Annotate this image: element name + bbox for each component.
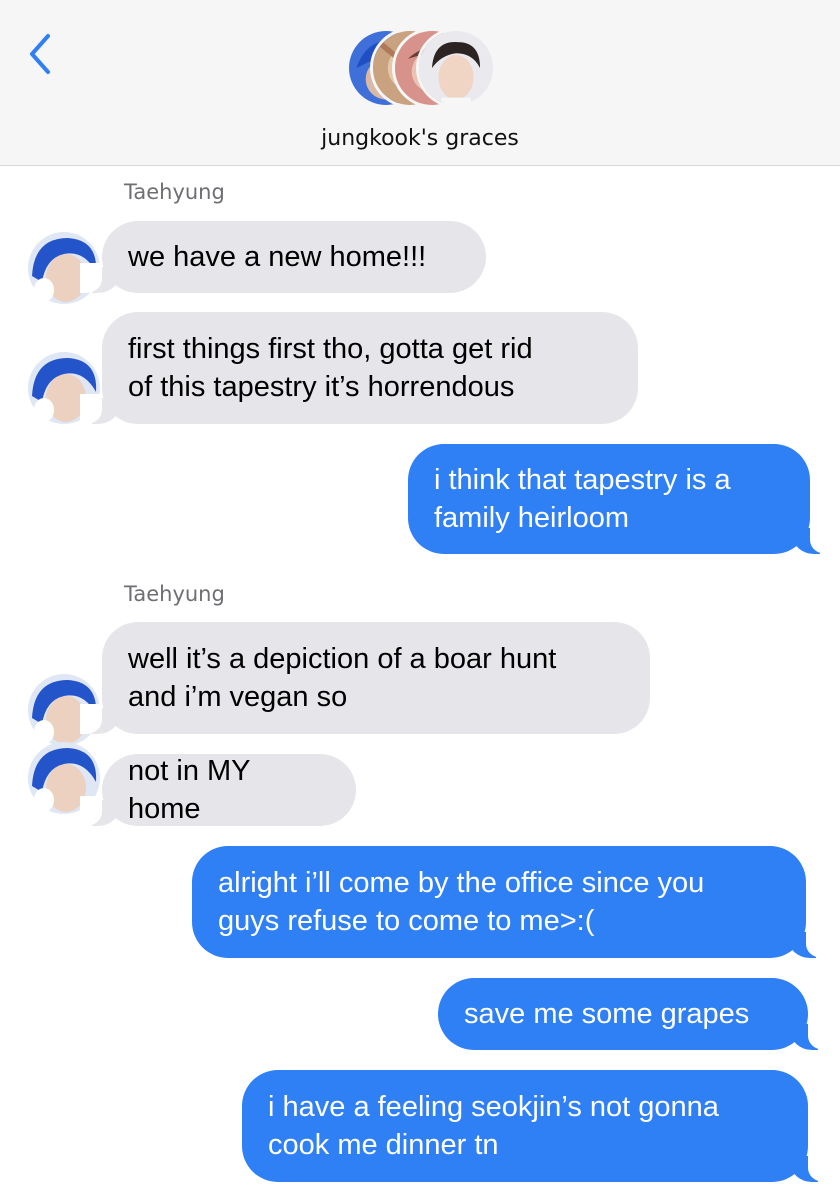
message-text-line: i think that tapestry is a	[434, 464, 731, 496]
conversation-header: jungkook's graces	[0, 0, 840, 166]
outgoing-message[interactable]: alright i’ll come by the office since yo…	[192, 846, 828, 958]
incoming-message[interactable]: well it’s a depiction of a boar hunt and…	[80, 622, 650, 734]
message-text-line: alright i’ll come by the office since yo…	[218, 867, 705, 899]
chevron-left-icon	[30, 34, 50, 74]
message-text-line: guys refuse to come to me>:(	[218, 905, 595, 937]
group-member-avatar	[416, 28, 496, 108]
message-text-line: i have a feeling seokjin’s not gonna	[268, 1091, 719, 1123]
message-text-line: first things first tho, gotta get rid	[128, 333, 533, 365]
message-text-line: cook me dinner tn	[268, 1129, 499, 1161]
sender-name: Taehyung	[124, 582, 225, 606]
message-text-line: and i’m vegan so	[128, 681, 348, 713]
message-text-line: well it’s a depiction of a boar hunt	[128, 643, 557, 675]
message-text: not in MY home	[128, 755, 250, 825]
message-text-line: family heirloom	[434, 502, 629, 534]
message-text: save me some grapes	[464, 998, 750, 1030]
incoming-message[interactable]: not in MY home	[80, 754, 356, 826]
sender-name: Taehyung	[124, 180, 225, 204]
outgoing-message[interactable]: save me some grapes	[438, 978, 830, 1050]
back-button[interactable]	[24, 30, 60, 78]
outgoing-message[interactable]: i have a feeling seokjin’s not gonna coo…	[242, 1070, 830, 1182]
message-text: we have a new home!!!	[128, 241, 427, 273]
incoming-message[interactable]: we have a new home!!!	[80, 221, 486, 293]
group-avatars[interactable]	[346, 28, 496, 112]
message-text-line: of this tapestry it’s horrendous	[128, 371, 515, 403]
outgoing-message[interactable]: i think that tapestry is a family heirlo…	[408, 444, 832, 554]
group-name[interactable]: jungkook's graces	[0, 126, 840, 151]
incoming-message[interactable]: first things first tho, gotta get rid of…	[80, 312, 638, 424]
